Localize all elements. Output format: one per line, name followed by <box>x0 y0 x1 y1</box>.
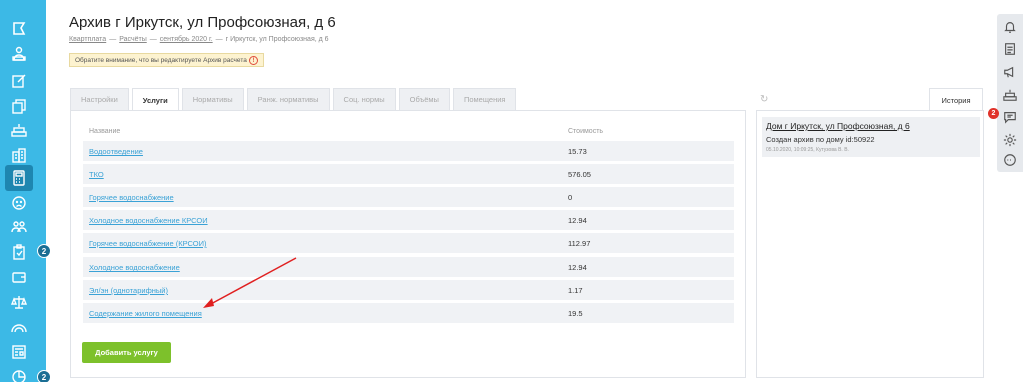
history-item: Дом г Иркутск, ул Профсоюзная, д 6 Созда… <box>762 117 980 157</box>
cake-icon[interactable] <box>10 121 28 139</box>
warning-text: Обратите внимание, что вы редактируете А… <box>75 57 247 64</box>
tab-services[interactable]: Услуги <box>131 88 179 111</box>
chat-icon[interactable] <box>1002 109 1018 125</box>
breadcrumb-separator: — <box>109 36 117 43</box>
service-cost: 1.17 <box>568 286 583 295</box>
breadcrumb-current: г Иркутск, ул Профсоюзная, д 6 <box>225 36 329 43</box>
service-cost: 12.94 <box>568 263 587 272</box>
settings-icon[interactable] <box>1002 132 1018 148</box>
service-cost: 12.94 <box>568 216 587 225</box>
tab-history[interactable]: История <box>929 88 983 111</box>
table-row: ТКО 576.05 <box>83 164 734 184</box>
history-panel: Дом г Иркутск, ул Профсоюзная, д 6 Созда… <box>756 110 984 378</box>
table-row: Холодное водоснабжение КРСОИ 12.94 <box>83 210 734 230</box>
bell-icon[interactable] <box>1002 19 1018 35</box>
breadcrumb: Квартплата — Расчёты — сентябрь 2020 г. — г Ир… <box>69 36 329 43</box>
breadcrumb-link-kvartplata[interactable]: Квартплата <box>69 36 106 43</box>
page-title: Архив г Иркутск, ул Профсоюзная, д 6 <box>69 14 336 31</box>
table-row: Эл/эн (однотарифный) 1.17 <box>83 280 734 300</box>
sidebar: 2 2 <box>0 0 51 382</box>
scales-icon[interactable] <box>10 293 28 311</box>
history-item-title[interactable]: Дом г Иркутск, ул Профсоюзная, д 6 <box>766 121 910 131</box>
documents-icon[interactable] <box>10 97 28 115</box>
service-cost: 0 <box>568 193 573 202</box>
newspaper-icon[interactable] <box>10 343 28 361</box>
service-cost: 576.05 <box>568 170 591 179</box>
service-cost: 112.97 <box>568 239 591 248</box>
tab-social-norms[interactable]: Соц. нормы <box>332 88 396 110</box>
column-header-name: Название <box>89 128 121 135</box>
table-row: Водоотведение 15.73 <box>83 141 734 161</box>
column-header-cost: Стоимость <box>568 128 604 135</box>
clipboard-icon[interactable] <box>10 243 28 261</box>
notification-badge: 2 <box>37 244 51 258</box>
archive-warning: Обратите внимание, что вы редактируете А… <box>69 53 264 67</box>
cake-icon[interactable] <box>1002 87 1018 103</box>
right-toolbar <box>997 14 1023 172</box>
tab-ranged-norms[interactable]: Ранж. нормативы <box>246 88 330 110</box>
people-icon[interactable] <box>10 218 28 236</box>
table-row: Горячее водоснабжение 0 <box>83 187 734 207</box>
document-icon[interactable] <box>1002 41 1018 57</box>
service-link[interactable]: Горячее водоснабжение (КРСОИ) <box>89 239 206 248</box>
calculator-icon[interactable] <box>10 169 28 187</box>
tabs: Настройки Услуги Нормативы Ранж. нормати… <box>70 88 517 111</box>
edit-icon[interactable] <box>10 72 28 90</box>
history-item-text: Создан архив по дому id:50922 <box>766 135 875 144</box>
tab-norms[interactable]: Нормативы <box>181 88 244 110</box>
service-link[interactable]: Холодное водоснабжение КРСОИ <box>89 216 208 225</box>
breadcrumb-separator: — <box>149 36 157 43</box>
rainbow-icon[interactable] <box>10 318 28 336</box>
sad-face-icon[interactable] <box>10 194 28 212</box>
breadcrumb-link-period[interactable]: сентябрь 2020 г. <box>160 36 213 43</box>
service-cost: 15.73 <box>568 147 587 156</box>
breadcrumb-separator: — <box>215 36 223 43</box>
users-icon[interactable] <box>10 45 28 63</box>
notification-badge: 2 <box>988 108 999 119</box>
tab-volumes[interactable]: Объёмы <box>398 88 450 110</box>
service-link[interactable]: Водоотведение <box>89 147 143 156</box>
flag-icon[interactable] <box>10 20 28 38</box>
pie-chart-icon[interactable] <box>10 368 28 382</box>
service-link[interactable]: Содержание жилого помещения <box>89 309 202 318</box>
tab-settings[interactable]: Настройки <box>70 88 129 110</box>
service-link[interactable]: ТКО <box>89 170 104 179</box>
table-row: Содержание жилого помещения 19.5 <box>83 303 734 323</box>
service-cost: 19.5 <box>568 309 583 318</box>
service-link[interactable]: Эл/эн (однотарифный) <box>89 286 168 295</box>
warning-icon: ! <box>249 56 258 65</box>
wallet-icon[interactable] <box>10 268 28 286</box>
service-link[interactable]: Холодное водоснабжение <box>89 263 180 272</box>
megaphone-icon[interactable] <box>1002 64 1018 80</box>
table-row: Горячее водоснабжение (КРСОИ) 112.97 <box>83 233 734 253</box>
notification-badge: 2 <box>37 370 51 382</box>
breadcrumb-link-raschety[interactable]: Расчёты <box>119 36 147 43</box>
services-panel: Название Стоимость Водоотведение 15.73 Т… <box>70 110 746 378</box>
support-chat-icon[interactable] <box>1002 152 1018 168</box>
table-row: Холодное водоснабжение 12.94 <box>83 257 734 277</box>
buildings-icon[interactable] <box>10 146 28 164</box>
tab-premises[interactable]: Помещения <box>452 88 517 110</box>
service-link[interactable]: Горячее водоснабжение <box>89 193 174 202</box>
history-item-meta: 05.10.2020, 10:09:25, Кутузова В. В. <box>766 147 849 153</box>
add-service-button[interactable]: Добавить услугу <box>82 342 171 363</box>
refresh-icon[interactable]: ↻ <box>760 95 770 105</box>
